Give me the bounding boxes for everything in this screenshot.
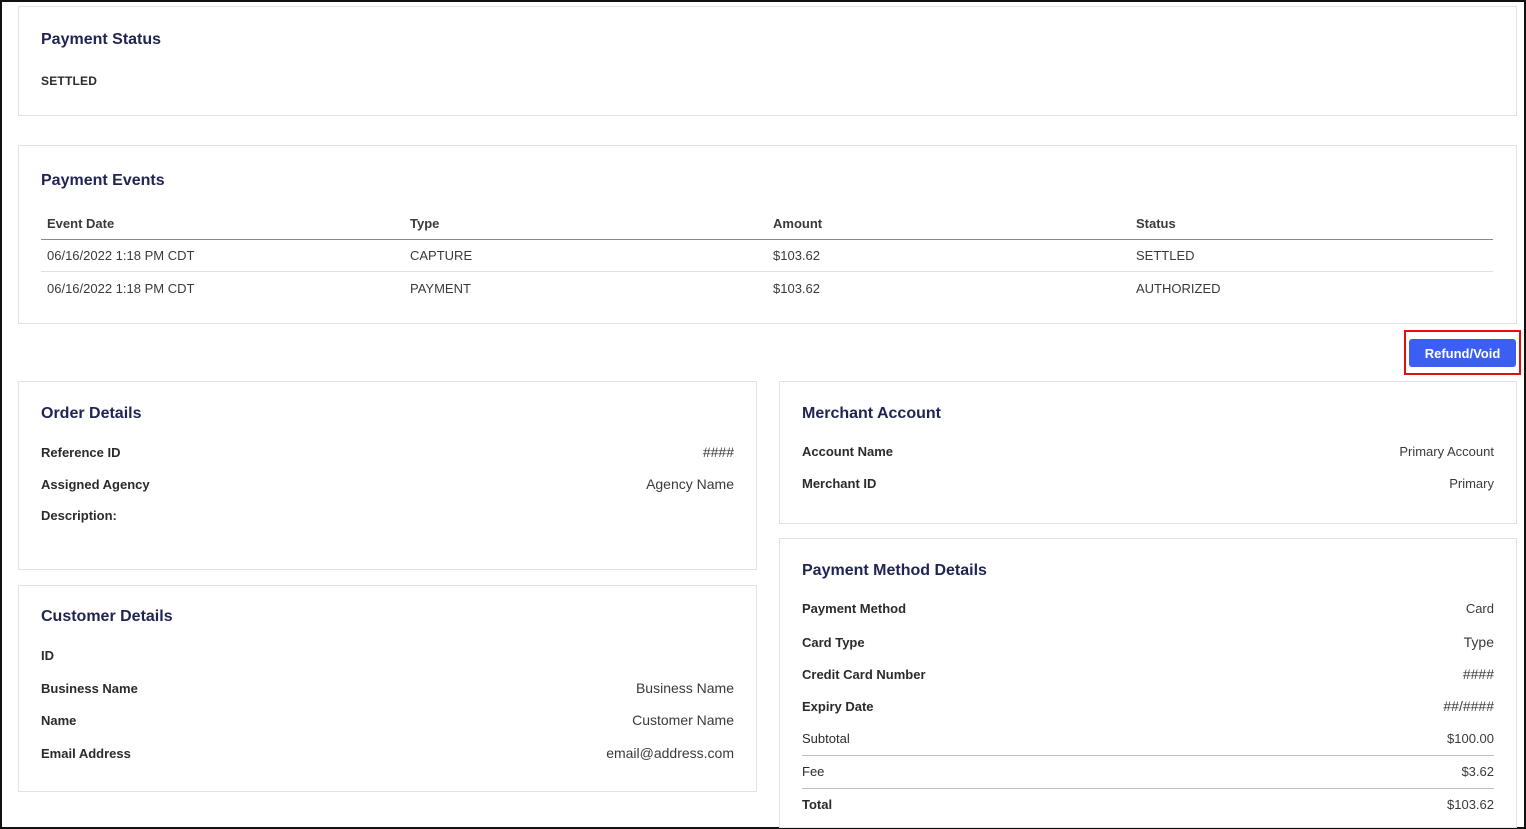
- expiry-date-row: Expiry Date ##/####: [802, 698, 1494, 714]
- total-label: Total: [802, 797, 833, 812]
- table-header-row: Event Date Type Amount Status: [41, 208, 1493, 240]
- email-address-value: email@address.com: [606, 745, 734, 761]
- card-number-label: Credit Card Number: [802, 666, 926, 682]
- payment-status-title: Payment Status: [41, 31, 162, 48]
- payment-status-card: Payment Status SETTLED: [18, 6, 1517, 116]
- description-row: Description:: [41, 508, 734, 523]
- column-header-amount[interactable]: Amount: [767, 216, 1130, 231]
- merchant-account-title: Merchant Account: [802, 405, 941, 422]
- merchant-id-value: Primary: [1449, 476, 1494, 491]
- refund-void-button[interactable]: Refund/Void: [1409, 339, 1516, 367]
- business-name-value: Business Name: [635, 680, 734, 696]
- payment-events-card: Payment Events Event Date Type Amount St…: [18, 145, 1517, 324]
- event-amount-cell: $103.62: [773, 248, 820, 263]
- email-address-row: Email Address email@address.com: [41, 745, 734, 761]
- customer-name-value: Customer Name: [632, 712, 734, 728]
- merchant-id-row: Merchant ID Primary: [802, 476, 1494, 491]
- order-details-title: Order Details: [41, 405, 142, 422]
- payment-method-row: Payment Method Card: [802, 601, 1494, 616]
- merchant-id-label: Merchant ID: [802, 476, 877, 491]
- card-number-row: Credit Card Number ####: [802, 666, 1494, 682]
- expiry-date-value: ##/####: [1443, 698, 1494, 714]
- payment-method-details-title: Payment Method Details: [802, 562, 987, 579]
- reference-id-label: Reference ID: [41, 444, 121, 460]
- customer-id-label: ID: [41, 648, 54, 663]
- event-amount-cell: $103.62: [773, 280, 820, 296]
- subtotal-row: Subtotal $100.00: [802, 731, 1494, 746]
- payment-method-value: Card: [1465, 601, 1494, 616]
- subtotal-value: $100.00: [1447, 731, 1494, 746]
- fee-label: Fee: [802, 764, 825, 779]
- fee-row: Fee $3.62: [802, 764, 1494, 779]
- account-name-value: Primary Account: [1399, 444, 1494, 459]
- card-type-row: Card Type Type: [802, 634, 1494, 650]
- column-header-type[interactable]: Type: [404, 216, 767, 231]
- customer-details-title: Customer Details: [41, 608, 173, 625]
- payment-events-table: Event Date Type Amount Status 06/16/2022…: [41, 208, 1493, 304]
- account-name-row: Account Name Primary Account: [802, 444, 1494, 459]
- order-details-card: Order Details Reference ID #### Assigned…: [18, 381, 757, 570]
- account-name-label: Account Name: [802, 444, 894, 459]
- event-date-cell: 06/16/2022 1:18 PM CDT: [47, 280, 195, 296]
- business-name-label: Business Name: [41, 680, 138, 696]
- event-type-cell: CAPTURE: [410, 248, 473, 263]
- table-row: 06/16/2022 1:18 PM CDT PAYMENT $103.62 A…: [41, 272, 1493, 304]
- payment-events-title: Payment Events: [41, 172, 165, 189]
- payment-method-label: Payment Method: [802, 601, 907, 616]
- payment-status-value: SETTLED: [41, 74, 98, 88]
- refund-button-highlight: Refund/Void: [1404, 330, 1521, 375]
- fee-value: $3.62: [1461, 764, 1494, 779]
- expiry-date-label: Expiry Date: [802, 698, 874, 714]
- divider: [802, 755, 1494, 756]
- description-label: Description:: [41, 508, 117, 523]
- customer-name-row: Name Customer Name: [41, 712, 734, 728]
- total-value: $103.62: [1447, 797, 1494, 812]
- assigned-agency-label: Assigned Agency: [41, 476, 150, 492]
- subtotal-label: Subtotal: [802, 731, 850, 746]
- assigned-agency-row: Assigned Agency Agency Name: [41, 476, 734, 492]
- total-row: Total $103.62: [802, 797, 1494, 812]
- event-date-cell: 06/16/2022 1:18 PM CDT: [47, 248, 195, 263]
- event-status-cell: SETTLED: [1136, 248, 1195, 263]
- table-row: 06/16/2022 1:18 PM CDT CAPTURE $103.62 S…: [41, 240, 1493, 272]
- event-status-cell: AUTHORIZED: [1136, 280, 1221, 296]
- page-frame: Payment Status SETTLED Payment Events Ev…: [0, 0, 1526, 829]
- business-name-row: Business Name Business Name: [41, 680, 734, 696]
- column-header-status[interactable]: Status: [1130, 216, 1493, 231]
- card-number-value: ####: [1462, 666, 1494, 682]
- assigned-agency-value: Agency Name: [646, 476, 734, 492]
- reference-id-value: ####: [702, 444, 734, 460]
- card-type-value: Type: [1463, 634, 1494, 650]
- event-type-cell: PAYMENT: [410, 280, 471, 296]
- customer-details-card: Customer Details ID Business Name Busine…: [18, 585, 757, 792]
- card-type-label: Card Type: [802, 634, 865, 650]
- payment-method-details-card: Payment Method Details Payment Method Ca…: [779, 538, 1517, 828]
- reference-id-row: Reference ID ####: [41, 444, 734, 460]
- merchant-account-card: Merchant Account Account Name Primary Ac…: [779, 381, 1517, 524]
- column-header-event-date[interactable]: Event Date: [41, 216, 404, 231]
- email-address-label: Email Address: [41, 745, 131, 761]
- customer-name-label: Name: [41, 712, 77, 728]
- divider: [802, 788, 1494, 789]
- customer-id-row: ID: [41, 648, 734, 663]
